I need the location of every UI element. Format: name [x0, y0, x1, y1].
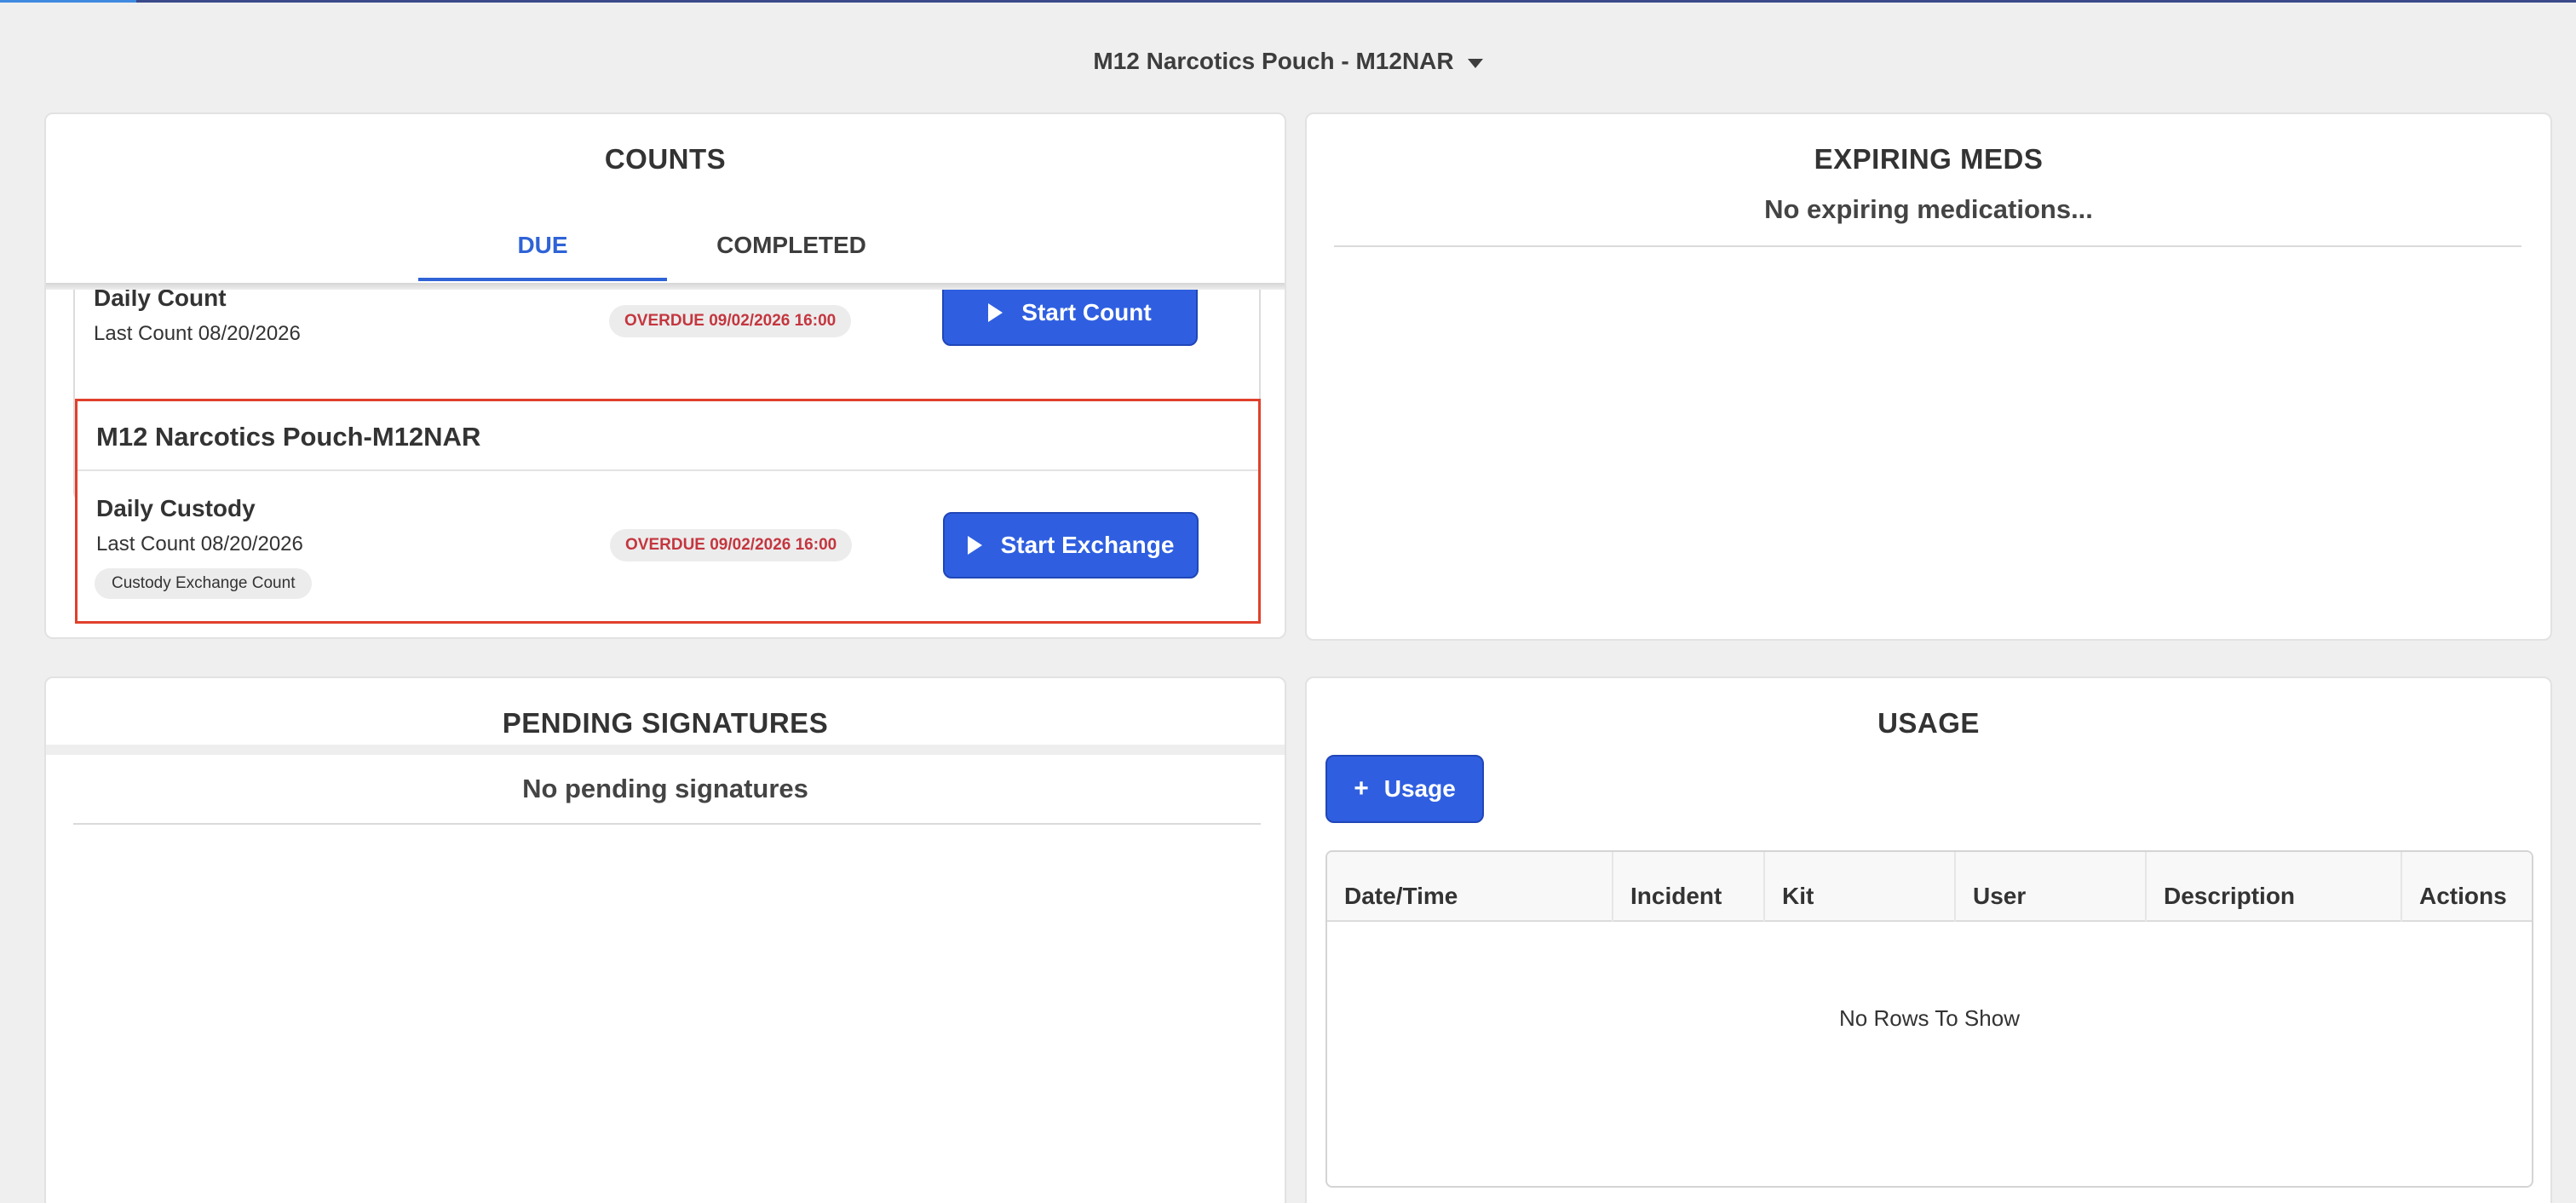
kit-group-title: M12 Narcotics Pouch-M12NAR	[96, 422, 481, 452]
expiring-meds-card: EXPIRING MEDS No expiring medications...	[1305, 112, 2552, 641]
column-header-user[interactable]: User	[1956, 852, 2147, 922]
play-icon	[967, 536, 982, 555]
plus-icon: +	[1354, 774, 1369, 803]
column-header-actions: Actions	[2419, 883, 2507, 909]
counts-title: COUNTS	[604, 143, 727, 175]
usage-title: USAGE	[1877, 707, 1980, 739]
expiring-empty-message: No expiring medications...	[1764, 194, 2093, 224]
usage-table-header: Date/Time Incident Kit User Description …	[1327, 852, 2532, 922]
expiring-divider	[1334, 245, 2521, 247]
start-count-button[interactable]: Start Count	[942, 290, 1198, 346]
caret-down-icon	[1467, 58, 1483, 68]
column-header-description[interactable]: Description	[2147, 852, 2402, 922]
custody-item-name: Daily Custody	[96, 495, 256, 521]
expiring-meds-title: EXPIRING MEDS	[1814, 143, 2044, 175]
kit-count-group: M12 Narcotics Pouch-M12NAR Daily Custody…	[75, 399, 1261, 624]
tab-due[interactable]: DUE	[418, 208, 667, 283]
add-usage-button[interactable]: + Usage	[1325, 755, 1484, 823]
usage-table: Date/Time Incident Kit User Description …	[1325, 850, 2533, 1188]
tab-completed[interactable]: COMPLETED	[667, 208, 916, 283]
pending-header-divider	[46, 745, 1285, 755]
count-item-name: Daily Count	[94, 290, 227, 311]
start-exchange-button[interactable]: Start Exchange	[943, 512, 1199, 578]
counts-tabs: DUE COMPLETED	[46, 208, 1285, 283]
play-icon	[988, 303, 1003, 322]
kit-selector-dropdown[interactable]: M12 Narcotics Pouch - M12NAR	[0, 43, 2576, 80]
top-accent-bar	[0, 0, 2576, 3]
start-count-label: Start Count	[1021, 299, 1152, 325]
add-usage-label: Usage	[1383, 775, 1456, 802]
counts-card: COUNTS DUE COMPLETED Daily Count Last Co…	[44, 112, 1286, 639]
start-exchange-label: Start Exchange	[1000, 532, 1175, 558]
group-divider	[78, 469, 1258, 471]
custody-exchange-chip: Custody Exchange Count	[95, 568, 313, 599]
column-header-incident[interactable]: Incident	[1613, 852, 1765, 922]
count-item-last-count: Last Count 08/20/2026	[94, 322, 301, 345]
kit-selector-label: M12 Narcotics Pouch - M12NAR	[1093, 48, 1454, 74]
pending-empty-message: No pending signatures	[522, 774, 808, 803]
top-accent-indicator	[0, 0, 136, 3]
tabs-divider	[46, 283, 1285, 290]
usage-card: USAGE + Usage Date/Time Incident Kit Use…	[1305, 676, 2552, 1203]
usage-empty-message: No Rows To Show	[1839, 1005, 2020, 1031]
overdue-status-badge: OVERDUE 09/02/2026 16:00	[609, 305, 852, 337]
pending-signatures-card: PENDING SIGNATURES No pending signatures	[44, 676, 1286, 1203]
overdue-status-badge: OVERDUE 09/02/2026 16:00	[610, 529, 853, 561]
pending-divider	[73, 823, 1261, 825]
active-tab-indicator	[418, 278, 667, 281]
column-header-datetime[interactable]: Date/Time	[1327, 852, 1613, 922]
custody-item-last-count: Last Count 08/20/2026	[96, 532, 303, 555]
column-header-kit[interactable]: Kit	[1765, 852, 1956, 922]
pending-signatures-title: PENDING SIGNATURES	[502, 707, 829, 739]
